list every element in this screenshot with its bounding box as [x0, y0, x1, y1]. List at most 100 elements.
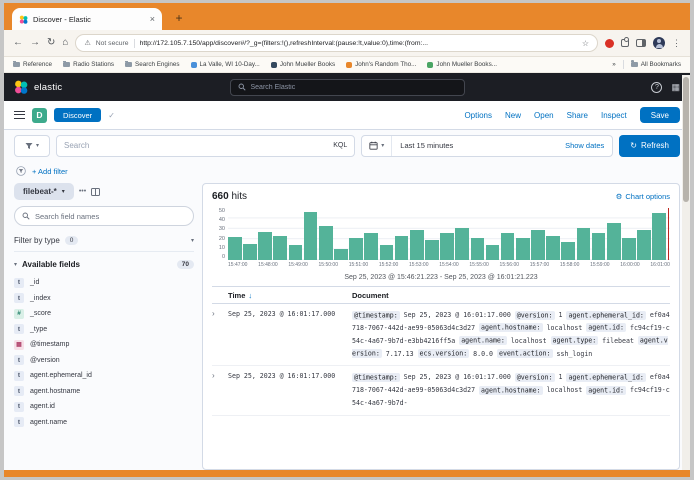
histogram-bar[interactable]: [243, 244, 257, 260]
browser-tab[interactable]: Discover - Elastic ×: [12, 8, 162, 30]
field-item[interactable]: t_index: [14, 291, 194, 307]
browser-menu-icon[interactable]: ⋮: [672, 38, 681, 49]
histogram-bar[interactable]: [607, 223, 621, 260]
bookmark-item[interactable]: John Mueller Books...: [427, 61, 497, 68]
saved-query-menu-button[interactable]: ▾: [14, 135, 50, 157]
histogram-bar[interactable]: [531, 230, 545, 260]
time-column-header[interactable]: Time ↓: [228, 291, 352, 300]
global-search[interactable]: [230, 79, 465, 96]
forward-icon[interactable]: →: [30, 38, 40, 48]
histogram-bar[interactable]: [546, 236, 560, 260]
add-filter-button[interactable]: + Add filter: [32, 167, 68, 176]
scrollbar-thumb[interactable]: [683, 77, 689, 202]
bookmark-item[interactable]: John's Random Tho...: [346, 61, 416, 68]
side-panel-icon[interactable]: [636, 39, 646, 47]
histogram-bar[interactable]: [334, 249, 348, 260]
bookmark-item[interactable]: Reference: [13, 61, 52, 68]
field-search-input[interactable]: [35, 212, 186, 221]
histogram-bar[interactable]: [486, 245, 500, 260]
extension-icon[interactable]: [605, 39, 614, 48]
filter-by-type[interactable]: Filter by type 0 ▾: [14, 232, 194, 252]
histogram-bar[interactable]: [561, 242, 575, 260]
query-input[interactable]: [64, 141, 328, 150]
histogram-bar[interactable]: [304, 212, 318, 260]
field-item[interactable]: tagent.name: [14, 415, 194, 431]
histogram-bar[interactable]: [440, 233, 454, 260]
bookmark-item[interactable]: La Valle, WI 10-Day...: [191, 61, 260, 68]
histogram-bar[interactable]: [395, 236, 409, 260]
reload-icon[interactable]: ↻: [47, 38, 55, 48]
extensions-puzzle-icon[interactable]: [621, 39, 629, 47]
chart-options-button[interactable]: ⚙ Chart options: [616, 192, 670, 201]
all-bookmarks-button[interactable]: All Bookmarks: [631, 61, 681, 68]
page-scrollbar[interactable]: [682, 75, 690, 470]
histogram-bar[interactable]: [622, 238, 636, 260]
field-item[interactable]: ▦@timestamp: [14, 337, 194, 353]
field-item[interactable]: t@version: [14, 353, 194, 369]
field-item[interactable]: tagent.ephemeral_id: [14, 368, 194, 384]
histogram-bar[interactable]: [592, 233, 606, 260]
histogram-bar[interactable]: [228, 237, 242, 260]
sort-desc-icon[interactable]: ↓: [248, 291, 252, 300]
histogram-bar[interactable]: [273, 236, 287, 260]
global-search-input[interactable]: [251, 84, 457, 91]
histogram-bar[interactable]: [425, 240, 439, 260]
space-avatar[interactable]: D: [32, 108, 47, 123]
elastic-brand[interactable]: elastic: [14, 80, 184, 94]
field-item[interactable]: tagent.id: [14, 399, 194, 415]
bookmark-item[interactable]: Radio Stations: [63, 61, 114, 68]
apps-grid-icon[interactable]: ▦: [671, 82, 680, 93]
bookmark-item[interactable]: Search Engines: [125, 61, 179, 68]
security-label[interactable]: Not secure: [96, 40, 129, 47]
histogram-bar[interactable]: [410, 230, 424, 260]
histogram-bar[interactable]: [501, 233, 515, 260]
expand-row-icon[interactable]: ›: [212, 309, 228, 319]
new-link[interactable]: New: [505, 111, 521, 120]
query-language-button[interactable]: KQL: [333, 142, 347, 149]
url-text[interactable]: http://172.105.7.150/app/discover#/?_g=(…: [140, 40, 577, 47]
field-item[interactable]: t_id: [14, 275, 194, 291]
calendar-menu-button[interactable]: ▾: [362, 136, 392, 156]
collapse-sidebar-icon[interactable]: [91, 188, 100, 196]
histogram-bar[interactable]: [258, 232, 272, 260]
filter-funnel-icon[interactable]: [16, 166, 26, 176]
share-link[interactable]: Share: [567, 111, 588, 120]
histogram-bar[interactable]: [516, 238, 530, 260]
index-pattern-button[interactable]: filebeat-* ▾: [14, 183, 74, 200]
histogram-bar[interactable]: [364, 233, 378, 260]
expand-row-icon[interactable]: ›: [212, 371, 228, 381]
field-actions-icon[interactable]: •••: [79, 188, 86, 195]
open-link[interactable]: Open: [534, 111, 554, 120]
bookmark-item[interactable]: John Mueller Books: [271, 61, 335, 68]
histogram-bar[interactable]: [652, 213, 666, 260]
show-dates-link[interactable]: Show dates: [557, 141, 612, 150]
histogram-bar[interactable]: [455, 228, 469, 260]
save-button[interactable]: Save: [640, 107, 680, 123]
address-bar[interactable]: ⚠ Not secure http://172.105.7.150/app/di…: [75, 34, 598, 52]
histogram-bar[interactable]: [471, 238, 485, 260]
histogram-bar[interactable]: [349, 238, 363, 260]
options-link[interactable]: Options: [464, 111, 492, 120]
home-icon[interactable]: ⌂: [62, 38, 68, 48]
help-icon[interactable]: ?: [651, 82, 662, 93]
time-range-label[interactable]: Last 15 minutes: [392, 141, 557, 150]
field-item[interactable]: tagent.hostname: [14, 384, 194, 400]
breadcrumb-discover[interactable]: Discover: [54, 108, 101, 122]
available-fields-header[interactable]: ▾ Available fields 70: [14, 260, 194, 269]
histogram-bar[interactable]: [289, 245, 303, 260]
histogram-bar[interactable]: [319, 226, 333, 260]
bookmark-star-icon[interactable]: ☆: [582, 39, 589, 48]
query-input-wrap[interactable]: KQL: [56, 135, 355, 157]
bookmarks-overflow-icon[interactable]: »: [612, 61, 616, 68]
field-item[interactable]: t_type: [14, 322, 194, 338]
histogram-bar[interactable]: [637, 230, 651, 260]
field-item[interactable]: #_score: [14, 306, 194, 322]
histogram-bar[interactable]: [380, 245, 394, 260]
menu-hamburger-icon[interactable]: [14, 111, 25, 120]
back-icon[interactable]: ←: [13, 38, 23, 48]
field-search[interactable]: [14, 206, 194, 226]
histogram-bar[interactable]: [577, 228, 591, 260]
new-tab-button[interactable]: +: [170, 9, 188, 27]
refresh-button[interactable]: ↻ Refresh: [619, 135, 680, 157]
inspect-link[interactable]: Inspect: [601, 111, 627, 120]
